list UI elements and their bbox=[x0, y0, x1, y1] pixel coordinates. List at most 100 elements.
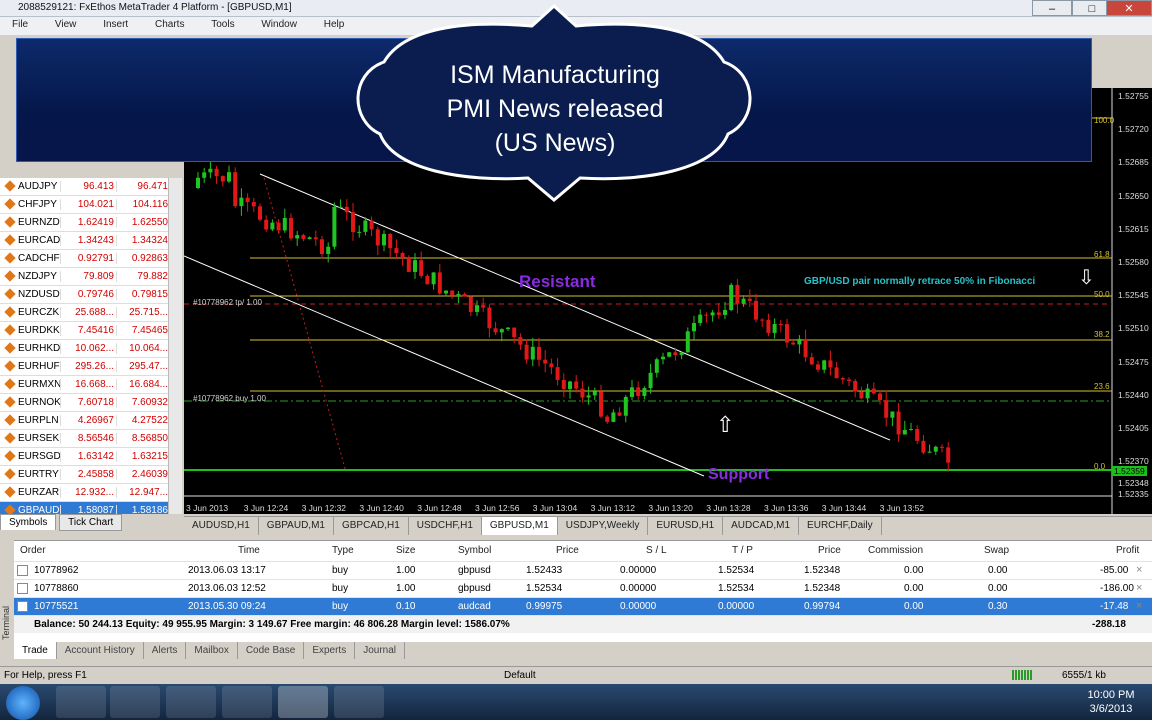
chart-tab[interactable]: AUDUSD,H1 bbox=[184, 517, 259, 535]
market-watch-row[interactable]: EURMXN 16.668... 16.684... bbox=[0, 376, 168, 394]
media-player-icon[interactable] bbox=[110, 686, 160, 718]
market-watch-row[interactable]: EURTRY 2.45858 2.46039 bbox=[0, 466, 168, 484]
terminal-tab[interactable]: Mailbox bbox=[186, 642, 238, 659]
close-button[interactable]: ✕ bbox=[1106, 0, 1152, 16]
candle-body bbox=[704, 314, 709, 316]
chart-tab[interactable]: GBPUSD,M1 bbox=[481, 517, 558, 535]
col-swap[interactable]: Swap bbox=[984, 545, 1009, 556]
market-watch-row[interactable]: EURZAR 12.932... 12.947... bbox=[0, 484, 168, 502]
candle-body bbox=[530, 346, 535, 360]
market-watch-row[interactable]: EURHUF 295.26... 295.47... bbox=[0, 358, 168, 376]
col-sl[interactable]: S / L bbox=[646, 545, 667, 556]
market-watch-row[interactable]: EURNZD 1.62419 1.62550 bbox=[0, 214, 168, 232]
start-button-icon[interactable] bbox=[6, 686, 40, 720]
col-price[interactable]: Price bbox=[556, 545, 579, 556]
profile-name: Default bbox=[504, 670, 536, 681]
col-type[interactable]: Type bbox=[332, 545, 354, 556]
col-time[interactable]: Time bbox=[238, 545, 260, 556]
taskbar-clock[interactable]: 10:00 PM 3/6/2013 bbox=[1076, 688, 1146, 716]
trade-row[interactable]: 10778860 2013.06.03 12:52 buy 1.00 gbpusd 1.5… bbox=[14, 579, 1152, 597]
price-axis-label: 1.52335 bbox=[1118, 489, 1149, 500]
market-watch-row[interactable]: CHFJPY 104.021 104.116 bbox=[0, 196, 168, 214]
skype-icon[interactable] bbox=[222, 686, 272, 718]
market-watch-row[interactable]: NZDJPY 79.809 79.882 bbox=[0, 268, 168, 286]
chart-tab[interactable]: EURUSD,H1 bbox=[648, 517, 724, 535]
close-order-icon[interactable]: × bbox=[1136, 582, 1142, 594]
candle-body bbox=[313, 237, 318, 240]
market-watch-row[interactable]: EURNOK 7.60718 7.60932 bbox=[0, 394, 168, 412]
menu-window[interactable]: Window bbox=[249, 17, 309, 32]
market-watch-row[interactable]: AUDJPY 96.413 96.471 bbox=[0, 178, 168, 196]
terminal-tab[interactable]: Trade bbox=[14, 642, 57, 659]
market-watch-row[interactable]: EURCAD 1.34243 1.34324 bbox=[0, 232, 168, 250]
symbol-name: EURHUF bbox=[4, 360, 60, 372]
symbol-name: EURZAR bbox=[4, 486, 59, 498]
close-order-icon[interactable]: × bbox=[1136, 600, 1142, 612]
col-order[interactable]: Order bbox=[20, 545, 46, 556]
col-size[interactable]: Size bbox=[396, 545, 415, 556]
symbol-diamond-icon bbox=[4, 360, 16, 372]
market-watch-row[interactable]: EURSEK 8.56546 8.56850 bbox=[0, 430, 168, 448]
chart-tab[interactable]: USDJPY,Weekly bbox=[558, 517, 649, 535]
minimize-button[interactable]: – bbox=[1032, 0, 1072, 16]
terminal-tabs: Trade Account History Alerts Mailbox Code Ba… bbox=[14, 642, 1152, 662]
market-watch-scrollbar[interactable] bbox=[168, 178, 182, 514]
metatrader-icon[interactable] bbox=[278, 686, 328, 718]
candle-body bbox=[431, 272, 436, 285]
menu-tools[interactable]: Tools bbox=[199, 17, 246, 32]
chrome-icon[interactable] bbox=[166, 686, 216, 718]
terminal-tab[interactable]: Code Base bbox=[238, 642, 305, 659]
time-axis-label: 3 Jun 13:20 bbox=[648, 503, 693, 513]
col-tp[interactable]: T / P bbox=[732, 545, 753, 556]
col-symbol[interactable]: Symbol bbox=[458, 545, 491, 556]
candle-body bbox=[592, 391, 597, 396]
candle-body bbox=[512, 327, 517, 338]
terminal-tab[interactable]: Account History bbox=[57, 642, 144, 659]
candle-body bbox=[338, 206, 343, 208]
symbol-name: NZDUSD bbox=[4, 288, 60, 300]
symbol-name: EURCAD bbox=[4, 234, 60, 246]
market-watch-row[interactable]: CADCHF 0.92791 0.92863 bbox=[0, 250, 168, 268]
bid-price: 7.45416 bbox=[60, 325, 114, 336]
bid-price: 1.62419 bbox=[60, 217, 114, 228]
app-icon[interactable] bbox=[334, 686, 384, 718]
market-watch-row[interactable]: EURDKK 7.45416 7.45465 bbox=[0, 322, 168, 340]
status-bar: For Help, press F1 Default 6555/1 kb bbox=[0, 666, 1152, 684]
chart-tab[interactable]: USDCHF,H1 bbox=[409, 517, 482, 535]
tab-symbols[interactable]: Symbols bbox=[0, 514, 57, 530]
chart-tab[interactable]: GBPCAD,H1 bbox=[334, 517, 409, 535]
candle-body bbox=[630, 387, 634, 397]
candle-body bbox=[518, 337, 523, 345]
market-watch-row[interactable]: EURPLN 4.26967 4.27522 bbox=[0, 412, 168, 430]
symbol-name: EURNOK bbox=[4, 396, 61, 408]
terminal-tab[interactable]: Alerts bbox=[144, 642, 187, 659]
trade-row[interactable]: 10775521 2013.05.30 09:24 buy 0.10 audcad 0.9… bbox=[14, 597, 1152, 615]
terminal-tab[interactable]: Journal bbox=[355, 642, 406, 659]
menu-file[interactable]: File bbox=[0, 17, 40, 32]
market-watch-row[interactable]: EURHKD 10.062... 10.064... bbox=[0, 340, 168, 358]
cell-tp: 1.52534 bbox=[718, 565, 755, 576]
col-commission[interactable]: Commission bbox=[868, 545, 923, 556]
chart-tab[interactable]: EURCHF,Daily bbox=[799, 517, 882, 535]
close-order-icon[interactable]: × bbox=[1136, 564, 1142, 576]
col-profit[interactable]: Profit bbox=[1116, 545, 1139, 556]
market-watch-row[interactable]: NZDUSD 0.79746 0.79815 bbox=[0, 286, 168, 304]
market-watch-row[interactable]: EURSGD 1.63142 1.63215 bbox=[0, 448, 168, 466]
chart-tab[interactable]: GBPAUD,M1 bbox=[259, 517, 334, 535]
terminal-tab[interactable]: Experts bbox=[304, 642, 356, 659]
ask-price: 1.62550 bbox=[116, 217, 168, 228]
menu-insert[interactable]: Insert bbox=[91, 17, 140, 32]
symbol-diamond-icon bbox=[4, 198, 16, 210]
candle-body bbox=[320, 239, 324, 255]
candle-body bbox=[673, 352, 678, 356]
col-current-price[interactable]: Price bbox=[818, 545, 841, 556]
market-watch-row[interactable]: EURCZK 25.688... 25.715... bbox=[0, 304, 168, 322]
chart-tab[interactable]: AUDCAD,M1 bbox=[723, 517, 800, 535]
price-axis-label: 1.52755 bbox=[1118, 91, 1149, 101]
tab-tick-chart[interactable]: Tick Chart bbox=[59, 514, 123, 531]
menu-charts[interactable]: Charts bbox=[143, 17, 196, 32]
explorer-icon[interactable] bbox=[56, 686, 106, 718]
candle-body bbox=[307, 237, 312, 239]
menu-view[interactable]: View bbox=[43, 17, 89, 32]
trade-row[interactable]: 10778962 2013.06.03 13:17 buy 1.00 gbpusd 1.5… bbox=[14, 561, 1152, 579]
